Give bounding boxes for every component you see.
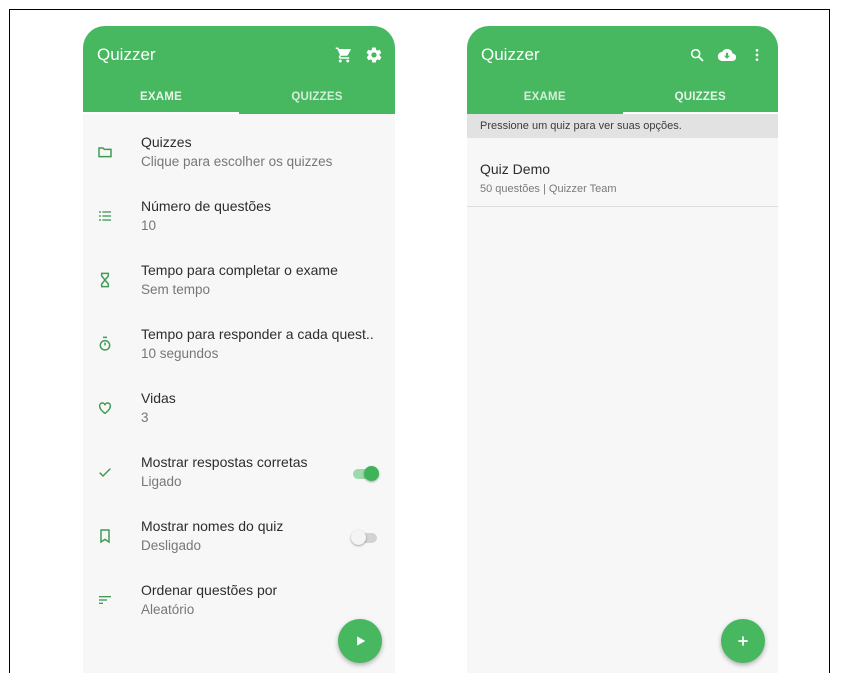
cart-icon[interactable] — [331, 42, 357, 68]
setting-question-count[interactable]: Número de questões 10 — [83, 184, 395, 248]
setting-title: Mostrar nomes do quiz — [141, 518, 284, 534]
setting-title: Quizzes — [141, 134, 192, 150]
setting-show-correct[interactable]: Mostrar respostas corretas Ligado — [83, 440, 395, 504]
heart-icon — [95, 398, 115, 418]
list-icon — [95, 206, 115, 226]
setting-exam-time[interactable]: Tempo para completar o exame Sem tempo — [83, 248, 395, 312]
start-exam-fab[interactable] — [338, 619, 382, 663]
app-title: Quizzer — [97, 45, 156, 64]
exam-screen: Quizzer EXAME QUIZZES Quizzes Clique par… — [83, 26, 395, 673]
bookmark-icon — [95, 526, 115, 546]
search-icon[interactable] — [684, 42, 710, 68]
toggle-switch-on[interactable] — [353, 466, 379, 481]
app-title: Quizzer — [481, 45, 540, 64]
tab-exame[interactable]: EXAME — [83, 84, 239, 114]
setting-title: Tempo para responder a cada quest.. — [141, 326, 374, 342]
gear-icon[interactable] — [361, 42, 387, 68]
quizzes-screen: Quizzer EXAME QUIZZES Pressione um quiz … — [467, 26, 778, 673]
check-icon — [95, 462, 115, 482]
setting-question-time[interactable]: Tempo para responder a cada quest.. 10 s… — [83, 312, 395, 376]
setting-title: Vidas — [141, 390, 176, 406]
setting-subtitle: Desligado — [141, 538, 202, 553]
setting-title: Tempo para completar o exame — [141, 262, 338, 278]
setting-lives[interactable]: Vidas 3 — [83, 376, 395, 440]
setting-subtitle: 10 — [141, 218, 157, 233]
add-quiz-fab[interactable] — [721, 619, 765, 663]
sort-icon — [95, 590, 115, 610]
setting-title: Ordenar questões por — [141, 582, 278, 598]
setting-subtitle: 3 — [141, 410, 149, 425]
stopwatch-icon — [95, 334, 115, 354]
app-bar: Quizzer EXAME QUIZZES — [467, 26, 778, 114]
tab-exame[interactable]: EXAME — [467, 84, 623, 114]
folder-icon — [95, 142, 115, 162]
toggle-switch-off[interactable] — [351, 530, 379, 545]
setting-subtitle: Aleatório — [141, 602, 195, 617]
quiz-name: Quiz Demo — [480, 161, 551, 177]
setting-subtitle: Sem tempo — [141, 282, 211, 297]
tab-bar: EXAME QUIZZES — [83, 84, 395, 114]
setting-quizzes[interactable]: Quizzes Clique para escolher os quizzes — [83, 120, 395, 184]
cloud-download-icon[interactable] — [714, 42, 740, 68]
tab-bar: EXAME QUIZZES — [467, 84, 778, 114]
setting-title: Mostrar respostas corretas — [141, 454, 308, 470]
setting-subtitle: Ligado — [141, 474, 182, 489]
play-icon — [357, 636, 366, 646]
setting-title: Número de questões — [141, 198, 271, 214]
quiz-meta: 50 questões | Quizzer Team — [480, 183, 617, 195]
quiz-list-item[interactable]: Quiz Demo 50 questões | Quizzer Team — [467, 138, 778, 207]
setting-show-quiz-names[interactable]: Mostrar nomes do quiz Desligado — [83, 504, 395, 568]
hourglass-icon — [95, 270, 115, 290]
setting-subtitle: 10 segundos — [141, 346, 219, 361]
more-vert-icon[interactable] — [744, 42, 770, 68]
app-bar: Quizzer EXAME QUIZZES — [83, 26, 395, 114]
add-icon — [738, 636, 748, 646]
tab-quizzes[interactable]: QUIZZES — [239, 84, 395, 114]
hint-banner: Pressione um quiz para ver suas opções. — [467, 114, 778, 138]
tab-quizzes[interactable]: QUIZZES — [622, 84, 779, 114]
setting-subtitle: Clique para escolher os quizzes — [141, 154, 333, 169]
